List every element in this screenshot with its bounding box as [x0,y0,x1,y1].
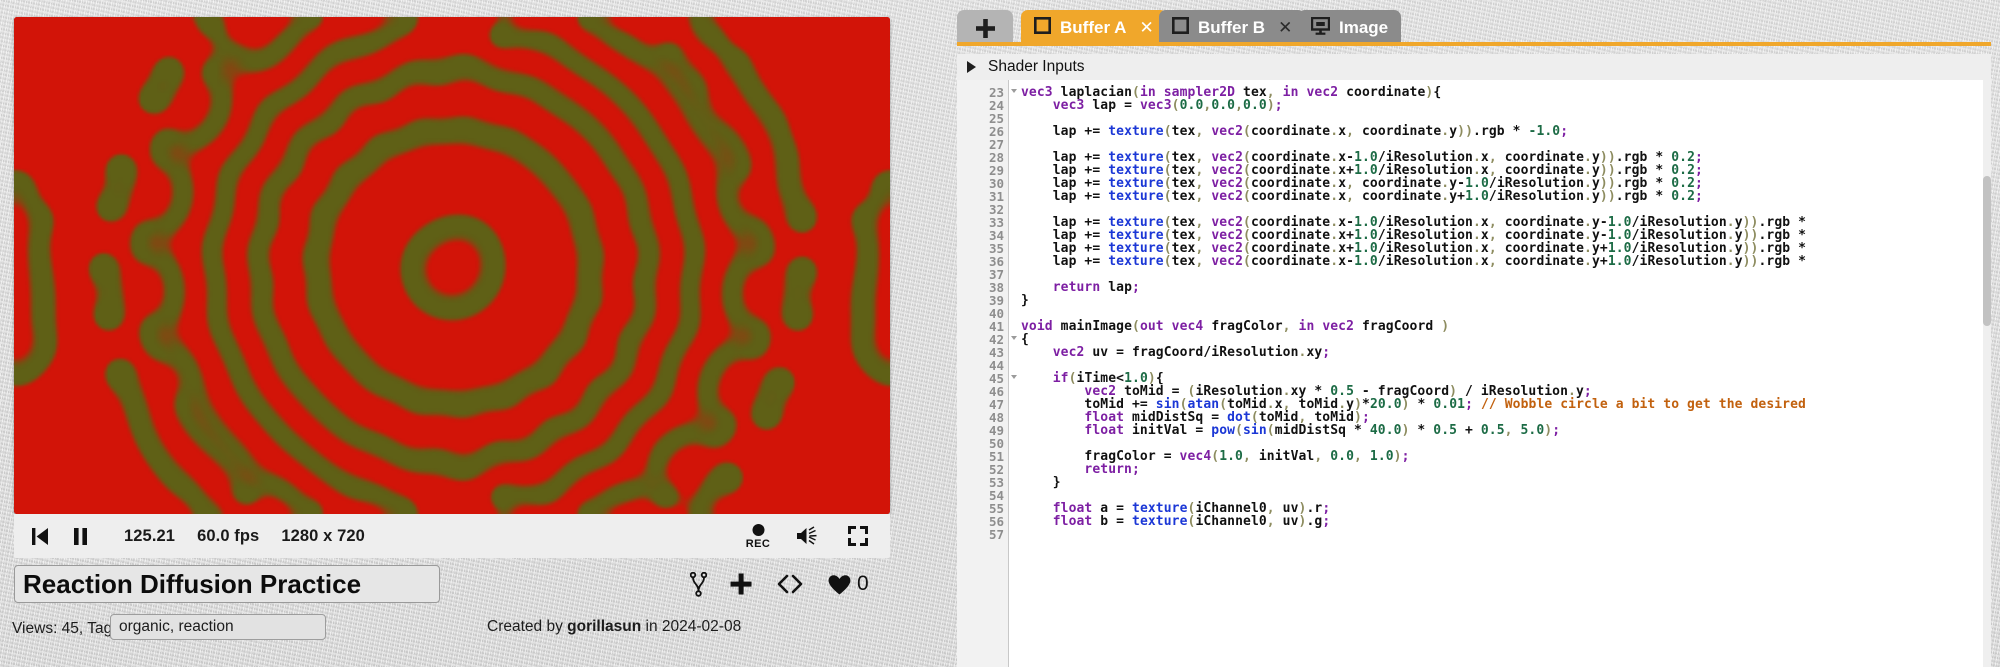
line-number-gutter: 23 24 25 26 27 28 29 30 31 32 33 34 35 36 37 38 39 40 41 42… [957,80,1009,667]
shader-player-column: 125.21 60.0 fps 1280 x 720 REC Reaction … [0,0,908,667]
plus-icon[interactable] [729,572,753,596]
close-icon[interactable]: ✕ [1278,18,1292,38]
fold-arrow-icon[interactable] [1011,89,1017,93]
shader-canvas[interactable] [14,17,890,514]
like-count: 0 [857,572,869,596]
code-line[interactable] [1021,268,1991,281]
fork-icon[interactable] [690,572,707,597]
code-line[interactable]: vec3 lap = vec3(0.0,0.0,0.0); [1021,99,1991,112]
views-and-tags-label: Views: 45, Tags: [12,618,124,640]
code-line[interactable] [1021,528,1991,541]
tab-image[interactable]: Image [1298,10,1401,46]
code-line[interactable] [1021,359,1991,372]
title-row: Reaction Diffusion Practice 0 [0,563,908,609]
code-line[interactable]: lap += texture(tex, vec2(coordinate.x, c… [1021,190,1991,203]
tags-input[interactable]: organic, reaction [110,614,326,640]
code-line[interactable]: vec2 uv = fragCoord/iResolution.xy; [1021,346,1991,359]
code-editor[interactable]: 23 24 25 26 27 28 29 30 31 32 33 34 35 36 37 38 39 40 41 42… [957,80,1991,667]
code-icon[interactable] [775,573,805,595]
rewind-icon[interactable] [20,514,60,558]
tab-label: Buffer B [1198,18,1265,38]
created-prefix: Created by [487,618,563,635]
shader-inputs-label: Shader Inputs [988,58,1085,76]
fps-readout: 60.0 fps [187,527,259,546]
code-line[interactable]: float initVal = pow(sin(midDistSq * 40.0… [1021,424,1991,437]
shader-meta-row: Views: 45, Tags: organic, reaction Creat… [0,610,908,650]
record-label: REC [746,539,770,550]
author-name[interactable]: gorillasun [567,618,641,635]
tab-buffer-a[interactable]: Buffer A ✕ [1021,10,1167,46]
code-line[interactable]: return; [1021,463,1991,476]
add-tab-button[interactable] [957,10,1013,46]
tab-label: Buffer A [1060,18,1126,38]
fold-arrow-icon[interactable] [1011,375,1017,379]
editor-vertical-scrollbar[interactable] [1983,80,1991,667]
code-line[interactable]: lap += texture(tex, vec2(coordinate.x-1.… [1021,255,1991,268]
heart-icon[interactable]: 0 [827,572,869,596]
volume-icon[interactable] [786,514,830,558]
code-line[interactable]: } [1021,476,1991,489]
fold-arrow-icon[interactable] [1011,336,1017,340]
shader-editor-column: Buffer A ✕ Buffer B ✕ Image Shader Input… [935,0,2000,667]
tab-label: Image [1339,18,1388,38]
code-line[interactable]: float b = texture(iChannel0, uv).g; [1021,515,1991,528]
code-line[interactable]: } [1021,294,1991,307]
code-line[interactable]: return lap; [1021,281,1991,294]
fullscreen-icon[interactable] [836,514,880,558]
scrollbar-thumb[interactable] [1983,176,1991,326]
tab-underline [957,42,1991,46]
resolution-readout: 1280 x 720 [271,527,365,546]
line-number: 57 [957,528,1008,541]
tab-buffer-b[interactable]: Buffer B ✕ [1159,10,1305,46]
chevron-right-icon[interactable] [967,61,976,73]
shader-title-input[interactable]: Reaction Diffusion Practice [14,565,440,603]
code-line[interactable]: fragColor = vec4(1.0, initVal, 0.0, 1.0)… [1021,450,1991,463]
created-suffix: in 2024-02-08 [646,618,742,635]
plus-icon [975,18,996,39]
buffer-square-icon [1172,17,1189,39]
monitor-icon [1311,17,1330,40]
playback-time: 125.21 [114,527,175,546]
player-right-controls: REC [736,514,890,558]
reaction-diffusion-render[interactable] [14,17,890,514]
player-controls-bar: 125.21 60.0 fps 1280 x 720 REC [14,514,890,558]
code-content[interactable]: vec3 laplacian(in sampler2D tex, in vec2… [1009,80,1991,667]
close-icon[interactable]: ✕ [1139,18,1153,38]
code-line[interactable]: lap += texture(tex, vec2(coordinate.x, c… [1021,125,1991,138]
created-by-text: Created by gorillasun in 2024-02-08 [487,618,741,636]
shader-action-icons: 0 [690,565,869,603]
editor-tab-bar: Buffer A ✕ Buffer B ✕ Image [935,0,2000,46]
record-icon[interactable]: REC [736,514,780,558]
buffer-square-icon [1034,17,1051,39]
code-line[interactable]: void mainImage(out vec4 fragColor, in ve… [1021,320,1991,333]
shader-inputs-section[interactable]: Shader Inputs [957,54,1991,80]
pause-icon[interactable] [60,514,100,558]
